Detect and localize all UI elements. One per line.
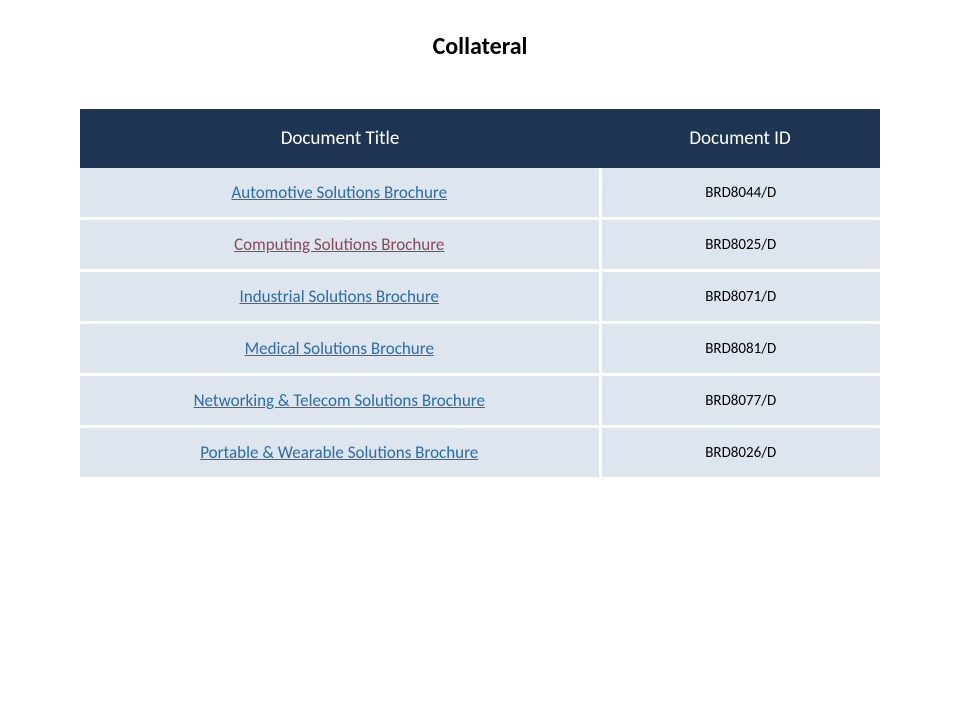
document-title-cell: Computing Solutions Brochure (80, 219, 600, 271)
document-link[interactable]: Computing Solutions Brochure (234, 234, 444, 255)
document-link[interactable]: Automotive Solutions Brochure (231, 182, 447, 203)
table-row: Portable & Wearable Solutions Brochure B… (80, 427, 880, 479)
document-id: BRD8044/D (705, 184, 776, 202)
document-id: BRD8025/D (705, 236, 776, 254)
table-row: Industrial Solutions Brochure BRD8071/D (80, 271, 880, 323)
table-row: Networking & Telecom Solutions Brochure … (80, 375, 880, 427)
document-id-cell: BRD8044/D (600, 168, 880, 219)
document-title-cell: Industrial Solutions Brochure (80, 271, 600, 323)
document-id: BRD8026/D (705, 444, 776, 462)
table-row: Medical Solutions Brochure BRD8081/D (80, 323, 880, 375)
table-header-row: Document Title Document ID (80, 109, 880, 168)
document-link[interactable]: Industrial Solutions Brochure (240, 286, 440, 307)
document-id-cell: BRD8081/D (600, 323, 880, 375)
document-link[interactable]: Medical Solutions Brochure (245, 338, 434, 359)
table-row: Computing Solutions Brochure BRD8025/D (80, 219, 880, 271)
document-title-cell: Medical Solutions Brochure (80, 323, 600, 375)
document-id-cell: BRD8071/D (600, 271, 880, 323)
collateral-table: Document Title Document ID Automotive So… (80, 109, 880, 480)
document-id-cell: BRD8077/D (600, 375, 880, 427)
table-body: Automotive Solutions Brochure BRD8044/D … (80, 168, 880, 479)
document-title-cell: Portable & Wearable Solutions Brochure (80, 427, 600, 479)
document-title-cell: Automotive Solutions Brochure (80, 168, 600, 219)
document-id: BRD8071/D (705, 288, 776, 306)
header-document-id: Document ID (600, 109, 880, 168)
document-title-cell: Networking & Telecom Solutions Brochure (80, 375, 600, 427)
document-id-cell: BRD8025/D (600, 219, 880, 271)
document-id: BRD8081/D (705, 340, 776, 358)
document-link[interactable]: Portable & Wearable Solutions Brochure (200, 442, 478, 463)
document-id-cell: BRD8026/D (600, 427, 880, 479)
document-id: BRD8077/D (705, 392, 776, 410)
document-link[interactable]: Networking & Telecom Solutions Brochure (194, 390, 485, 411)
table-row: Automotive Solutions Brochure BRD8044/D (80, 168, 880, 219)
page-title: Collateral (0, 32, 960, 61)
header-document-title: Document Title (80, 109, 600, 168)
